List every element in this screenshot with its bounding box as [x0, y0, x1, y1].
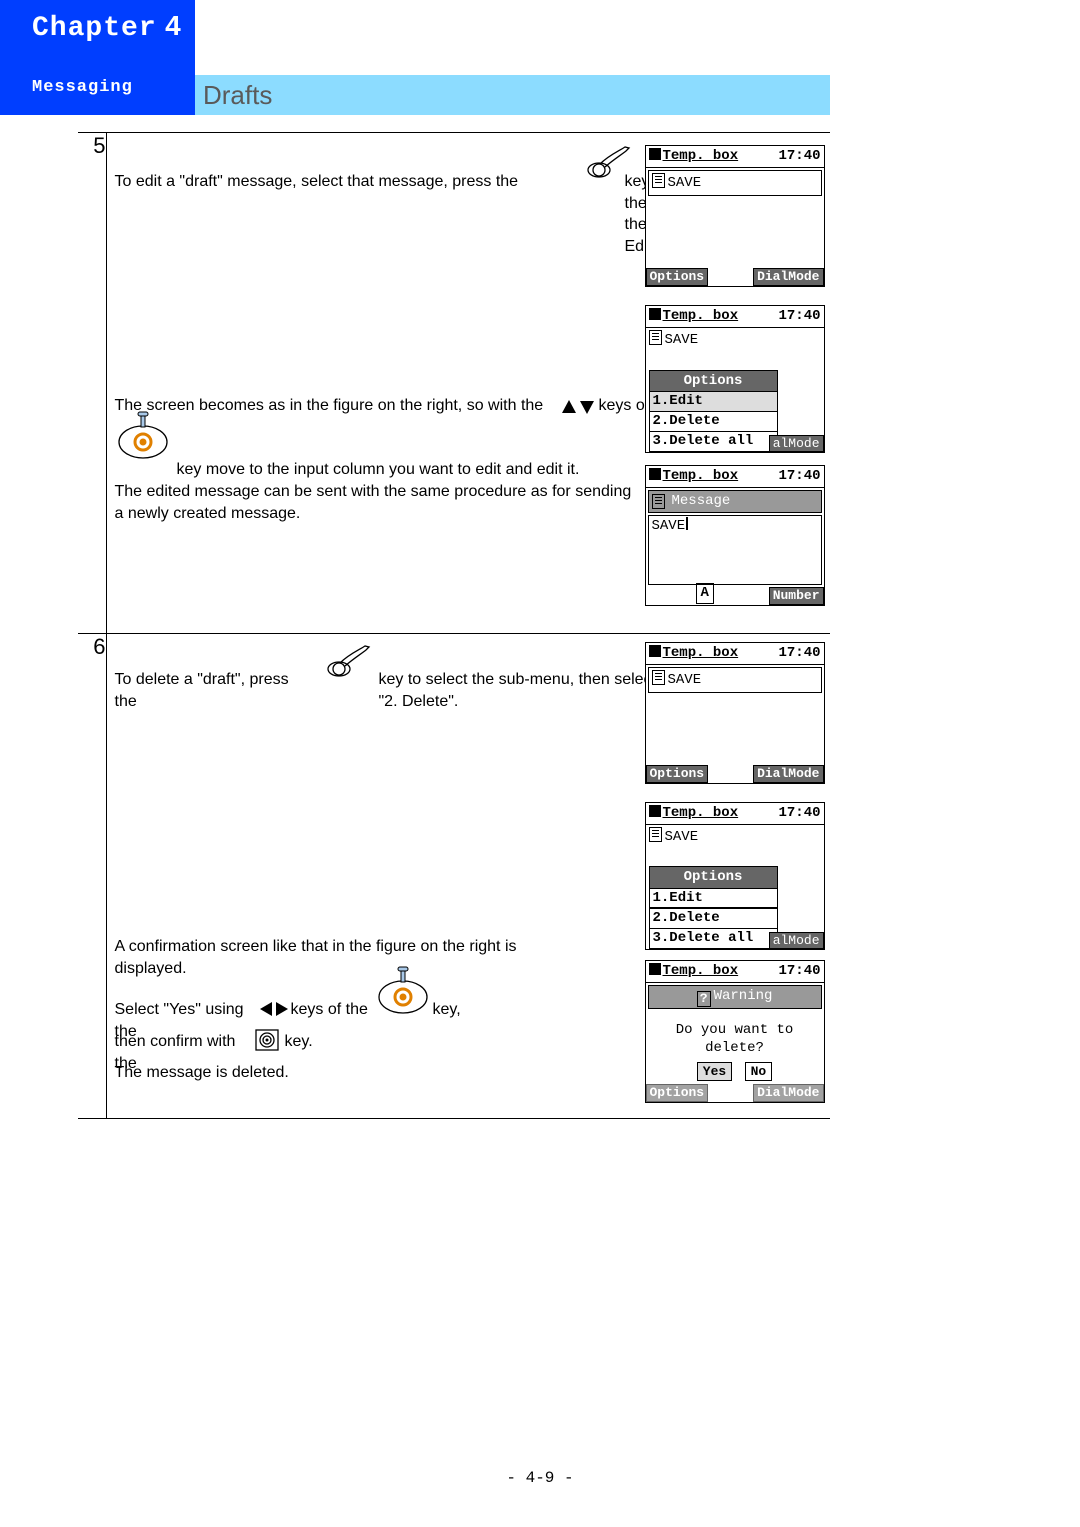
dialmode-softkey: DialMode: [753, 765, 823, 783]
step5-text-2a: The screen becomes as in the figure on t…: [115, 395, 555, 417]
phone-screen-f: Temp. box17:40 ?Warning Do you want to d…: [645, 960, 825, 1103]
step6-text-3b: keys of the: [291, 999, 381, 1021]
step5-text-4: The edited message can be sent with the …: [115, 481, 645, 524]
phone-screen-e: Temp. box17:40 SAVE Options 1.Edit 2.Del…: [645, 802, 825, 950]
step6-text-4b: key.: [285, 1031, 335, 1053]
no-button: No: [745, 1062, 773, 1081]
yes-button: Yes: [697, 1062, 732, 1081]
joystick-icon: [115, 409, 171, 465]
step6-text-1b: key to select the sub-menu, then select …: [379, 669, 669, 712]
document-icon: [649, 827, 662, 842]
question-icon: ?: [697, 991, 711, 1007]
title-bar: [195, 75, 830, 115]
section-label: Messaging: [32, 78, 133, 97]
number-softkey: Number: [769, 587, 824, 605]
page-footer: - 4-9 -: [0, 1469, 1080, 1487]
almode-softkey: alMode: [769, 932, 824, 949]
text-cursor: [686, 517, 688, 530]
joystick-icon: [375, 964, 431, 1020]
step5-text-1a: To edit a "draft" message, select that m…: [115, 171, 635, 193]
almode-softkey: alMode: [769, 435, 824, 452]
phone-screen-c: Temp. box17:40 Message SAVE A Number: [645, 465, 825, 606]
confirm-question: Do you want to delete?: [646, 1011, 824, 1063]
mode-indicator: A: [696, 583, 714, 604]
center-key-icon: [255, 1029, 279, 1051]
chapter-label: Chapter: [32, 13, 157, 44]
page-title: Drafts: [203, 80, 272, 111]
options-softkey: Options: [646, 268, 709, 286]
step5-number: 5: [78, 133, 106, 634]
phone-screen-d: Temp. box17:40 SAVE OptionsDialMode: [645, 642, 825, 784]
dialmode-softkey: DialMode: [753, 1084, 823, 1102]
options-softkey: Options: [646, 1084, 709, 1102]
step5-text-3: key move to the input column you want to…: [177, 459, 657, 481]
phone-screen-b: Temp. box17:40 SAVE Options 1.Edit 2.Del…: [645, 305, 825, 453]
left-right-arrow-icon: [259, 1001, 289, 1017]
step6-text-2: A confirmation screen like that in the f…: [115, 936, 545, 979]
up-down-arrow-icon: [561, 399, 595, 415]
softkey-hand-icon: [325, 642, 371, 686]
document-icon: [649, 330, 662, 345]
step6-text-5: The message is deleted.: [115, 1062, 315, 1084]
document-icon: [652, 670, 665, 685]
document-icon: [652, 494, 665, 509]
dialmode-softkey: DialMode: [753, 268, 823, 286]
chapter-number: 4: [165, 10, 181, 41]
phone-screen-a: Temp. box17:40 SAVE OptionsDialMode: [645, 145, 825, 287]
document-icon: [652, 173, 665, 188]
step6-number: 6: [78, 634, 106, 1119]
step6-text-1a: To delete a "draft", press the: [115, 669, 315, 712]
options-softkey: Options: [646, 765, 709, 783]
chapter-sidebar: Chapter 4: [0, 0, 195, 115]
step6-text-3c: key,: [433, 999, 483, 1021]
instruction-table: 5 To edit a "draft" message, select that…: [78, 132, 830, 1119]
